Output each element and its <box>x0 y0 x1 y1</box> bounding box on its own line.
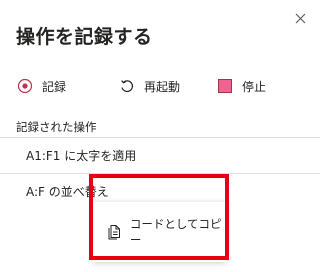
restart-icon <box>118 77 136 95</box>
list-item[interactable]: A1:F1 に太字を適用 <box>0 137 320 173</box>
record-actions-panel: 操作を記録する 記録 再起動 停止 記録された操作 A1:F1 に太字を適用 A… <box>0 0 320 272</box>
recorded-actions-heading: 記録された操作 <box>16 120 97 134</box>
copy-code-icon <box>107 223 122 241</box>
restart-button[interactable]: 再起動 <box>118 74 180 98</box>
recording-toolbar: 記録 再起動 停止 <box>16 74 306 98</box>
list-item-label: A:F の並べ替え <box>26 185 109 199</box>
panel-title: 操作を記録する <box>16 26 153 48</box>
restart-label: 再起動 <box>144 79 181 94</box>
close-icon <box>295 9 306 28</box>
record-label: 記録 <box>42 79 67 94</box>
record-icon <box>16 77 34 95</box>
copy-as-code-label: コードとしてコピー <box>129 217 222 247</box>
copy-as-code-menu-item[interactable]: コードとしてコピー <box>93 202 226 262</box>
stop-label: 停止 <box>242 79 267 94</box>
stop-icon <box>216 77 234 95</box>
record-button[interactable]: 記録 <box>16 74 66 98</box>
recorded-actions-list: A1:F1 に太字を適用 A:F の並べ替え <box>0 137 320 209</box>
close-button[interactable] <box>290 8 310 28</box>
list-item-label: A1:F1 に太字を適用 <box>26 149 137 163</box>
stop-button[interactable]: 停止 <box>216 74 266 98</box>
